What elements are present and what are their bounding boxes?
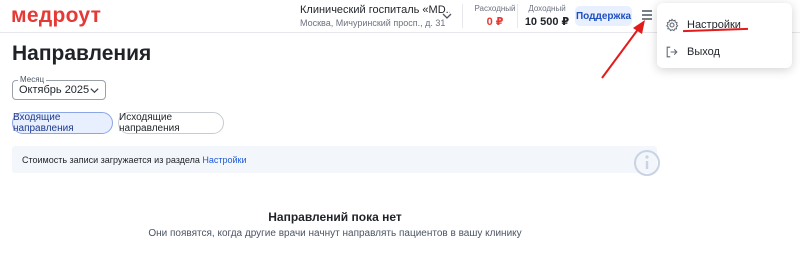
- divider: [517, 4, 518, 28]
- info-icon: [634, 150, 660, 176]
- tab-incoming-referrals[interactable]: Входящие направления: [12, 112, 113, 134]
- page-title: Направления: [12, 42, 152, 65]
- chevron-down-icon[interactable]: [441, 10, 453, 22]
- month-label: Месяц: [18, 75, 47, 84]
- annotation-arrow-icon: [601, 20, 645, 79]
- month-value: Октябрь 2025: [19, 84, 90, 96]
- income-value: 10 500 ₽: [524, 16, 570, 28]
- expense-value: 0 ₽: [486, 16, 504, 28]
- user-menu-dropdown: Настройки Выход: [657, 3, 792, 68]
- clinic-address: Москва, Мичуринский просп., д. 31: [300, 18, 446, 28]
- menu-item-settings[interactable]: Настройки: [657, 12, 792, 38]
- expense-balance: Расходный 0 ₽: [470, 4, 520, 28]
- menu-item-logout[interactable]: Выход: [657, 39, 792, 65]
- expense-label: Расходный: [474, 4, 516, 13]
- divider: [462, 4, 463, 28]
- menu-item-label: Выход: [687, 46, 720, 58]
- empty-state-title: Направлений пока нет: [268, 210, 402, 224]
- settings-link[interactable]: Настройки: [202, 155, 246, 165]
- logout-icon: [666, 46, 678, 58]
- gear-icon: [666, 18, 679, 32]
- clinic-name: Клинический госпиталь «MD...: [300, 4, 450, 16]
- clinic-selector[interactable]: Клинический госпиталь «MD... Москва, Мич…: [300, 4, 450, 28]
- month-select[interactable]: Месяц Октябрь 2025: [12, 75, 106, 100]
- info-banner: Стоимость записи загружается из раздела …: [12, 146, 660, 176]
- tab-outgoing-referrals[interactable]: Исходящие направления: [118, 112, 224, 134]
- logo[interactable]: медроут: [11, 4, 101, 28]
- empty-state-subtitle: Они появятся, когда другие врачи начнут …: [148, 228, 522, 239]
- income-balance: Доходный 10 500 ₽: [522, 4, 572, 28]
- chevron-down-icon: [90, 88, 99, 94]
- info-text: Стоимость записи загружается из раздела …: [22, 155, 247, 165]
- income-label: Доходный: [528, 4, 566, 13]
- info-message: Стоимость записи загружается из раздела: [22, 155, 203, 165]
